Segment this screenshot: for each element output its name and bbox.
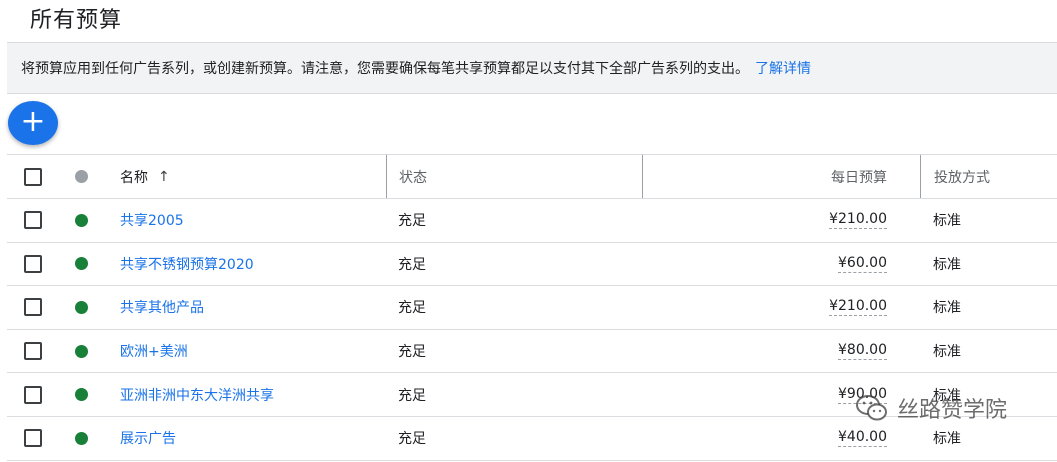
budgets-table: 名称 ↑ 状态 每日预算 投放方式 共享2005 充足 ¥210.00 标准 共… [7, 154, 1057, 461]
budget-status: 充足 [398, 431, 426, 448]
sort-ascending-icon[interactable]: ↑ [158, 169, 170, 185]
table-row: 展示广告 充足 ¥40.00 标准 [7, 417, 1057, 461]
daily-budget-value[interactable]: ¥80.00 [838, 342, 887, 361]
table-row: 亚洲非洲中东大洋洲共享 充足 ¥90.00 标准 [7, 373, 1057, 417]
name-column-header[interactable]: 名称 ↑ [120, 155, 385, 198]
table-row: 共享不锈钢预算2020 充足 ¥60.00 标准 [7, 243, 1057, 287]
table-header-row: 名称 ↑ 状态 每日预算 投放方式 [7, 154, 1057, 199]
daily-budget-value[interactable]: ¥90.00 [838, 386, 887, 404]
status-column-header[interactable]: 状态 [386, 155, 641, 198]
enabled-status-dot [75, 257, 88, 271]
banner-text: 将预算应用到任何广告系列，或创建新预算。请注意，您需要确保每笔共享预算都足以支付… [21, 61, 749, 77]
row-checkbox[interactable] [24, 254, 42, 273]
delivery-method: 标准 [933, 431, 961, 448]
status-dot-header[interactable] [75, 170, 88, 183]
enabled-status-dot [75, 431, 88, 445]
daily-budget-value[interactable]: ¥210.00 [829, 211, 887, 230]
enabled-status-dot [75, 344, 88, 358]
select-all-checkbox[interactable] [24, 167, 42, 186]
learn-more-link[interactable]: 了解详情 [755, 61, 811, 77]
budget-name-link[interactable]: 共享2005 [120, 210, 184, 230]
add-budget-button[interactable]: + [8, 101, 58, 145]
row-checkbox[interactable] [24, 342, 42, 361]
budget-name-link[interactable]: 亚洲非洲中东大洋洲共享 [120, 385, 274, 405]
delivery-method: 标准 [933, 387, 961, 404]
enabled-status-dot [75, 300, 88, 314]
row-checkbox[interactable] [24, 298, 42, 317]
budget-status: 充足 [398, 387, 426, 404]
budget-name-link[interactable]: 共享其他产品 [120, 297, 204, 317]
all-budgets-page: 所有预算 将预算应用到任何广告系列，或创建新预算。请注意，您需要确保每笔共享预算… [0, 0, 1057, 462]
delivery-method: 标准 [933, 256, 961, 273]
row-checkbox[interactable] [24, 385, 42, 404]
budget-status: 充足 [398, 300, 426, 317]
row-checkbox[interactable] [24, 211, 42, 230]
budget-name-link[interactable]: 共享不锈钢预算2020 [120, 254, 254, 274]
budget-name-link[interactable]: 展示广告 [120, 428, 176, 448]
table-row: 欧洲+美洲 充足 ¥80.00 标准 [7, 330, 1057, 374]
row-checkbox[interactable] [24, 429, 42, 448]
info-banner: 将预算应用到任何广告系列，或创建新预算。请注意，您需要确保每笔共享预算都足以支付… [7, 42, 1057, 94]
budget-status: 充足 [398, 256, 426, 273]
page-title: 所有预算 [30, 8, 123, 33]
budget-status: 充足 [398, 213, 426, 230]
daily-budget-value[interactable]: ¥210.00 [829, 298, 887, 317]
budget-status: 充足 [398, 344, 426, 361]
daily-budget-value[interactable]: ¥40.00 [838, 429, 887, 448]
enabled-status-dot [75, 388, 88, 402]
budget-name-link[interactable]: 欧洲+美洲 [120, 341, 188, 361]
delivery-method: 标准 [933, 213, 961, 230]
name-header-label: 名称 [120, 169, 148, 186]
daily-budget-column-header[interactable]: 每日预算 [642, 155, 920, 198]
enabled-status-dot [75, 213, 88, 227]
delivery-method: 标准 [933, 344, 961, 361]
daily-budget-value[interactable]: ¥60.00 [838, 255, 887, 273]
delivery-method: 标准 [933, 300, 961, 317]
delivery-column-header[interactable]: 投放方式 [920, 155, 1057, 198]
table-row: 共享其他产品 充足 ¥210.00 标准 [7, 286, 1057, 330]
table-row: 共享2005 充足 ¥210.00 标准 [7, 199, 1057, 243]
